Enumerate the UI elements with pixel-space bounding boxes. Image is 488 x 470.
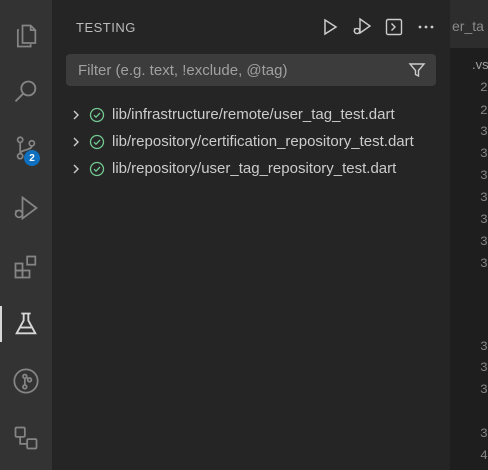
remote-explorer-button[interactable] [0,414,52,462]
passed-check-icon [89,161,105,177]
source-control-button[interactable]: 2 [0,124,52,172]
run-debug-button[interactable] [0,184,52,232]
testing-button[interactable] [0,300,52,348]
more-actions-icon [418,25,434,29]
breadcrumb: .vs [472,57,488,72]
debug-tests-button[interactable] [352,16,372,38]
test-item[interactable]: lib/repository/user_tag_repository_test.… [70,155,414,182]
run-tests-button[interactable] [320,16,340,38]
editor-tab[interactable]: er_ta [452,18,484,34]
chevron-right-icon[interactable] [70,109,82,121]
line-number: 3 [480,124,488,139]
editor-area: er_ta .vs 2 2 3 3 3 3 3 3 3 3 3 3 3 4 [450,0,488,470]
run-debug-icon [14,195,38,221]
testing-flask-icon [15,312,37,335]
test-item[interactable]: lib/repository/certification_repository_… [70,128,414,155]
debug-tests-icon [353,17,372,35]
test-tree: lib/infrastructure/remote/user_tag_test.… [70,101,414,182]
files-icon [16,24,37,48]
testing-sidebar: TESTING Filter (e.g. text, !exclude, @ta… [52,0,450,470]
line-number: 3 [480,256,488,271]
remote-explorer-icon [14,426,38,450]
git-graph-button[interactable] [0,357,52,405]
line-number: 2 [480,80,488,95]
test-file-label: lib/repository/user_tag_repository_test.… [112,160,397,177]
line-number: 3 [480,146,488,161]
line-number: 3 [480,168,488,183]
test-filter-input[interactable] [76,60,408,80]
search-icon [14,80,37,102]
sidebar-title: TESTING [76,20,136,35]
line-number: 4 [480,448,488,463]
chevron-right-icon[interactable] [70,136,82,148]
line-number: 3 [480,234,488,249]
explorer-button[interactable] [0,12,52,60]
test-filter-box [66,54,436,86]
scm-badge: 2 [24,150,40,166]
activity-bar: 2 [0,0,52,470]
passed-check-icon [89,134,105,150]
extensions-icon [14,255,37,279]
run-tests-icon [324,18,338,36]
chevron-right-icon[interactable] [70,163,82,175]
line-number: 3 [480,426,488,441]
line-number: 3 [480,382,488,397]
extensions-button[interactable] [0,243,52,291]
header-actions [320,16,436,38]
test-file-label: lib/repository/certification_repository_… [112,133,414,150]
line-number: 3 [480,190,488,205]
line-number: 3 [480,339,488,354]
filter-icon[interactable] [408,61,426,79]
line-number: 2 [480,103,488,118]
line-number: 3 [480,360,488,375]
search-button[interactable] [0,68,52,116]
test-file-label: lib/infrastructure/remote/user_tag_test.… [112,106,395,123]
git-graph-icon [13,368,39,394]
show-output-icon [385,18,403,36]
editor-tab-strip: er_ta [450,0,488,48]
test-item[interactable]: lib/infrastructure/remote/user_tag_test.… [70,101,414,128]
line-number: 3 [480,212,488,227]
show-output-button[interactable] [384,16,404,38]
more-actions-button[interactable] [416,16,436,38]
passed-check-icon [89,107,105,123]
